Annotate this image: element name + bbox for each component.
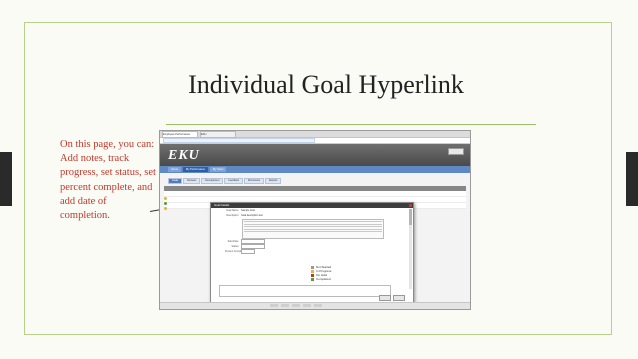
pager-button[interactable] xyxy=(281,304,289,307)
pager-button[interactable] xyxy=(303,304,311,307)
goal-detail-modal: Goal Details Goal Name: Sample Goal Desc… xyxy=(210,202,414,304)
modal-buttons xyxy=(377,295,405,301)
field-label: Description: xyxy=(226,214,239,217)
modal-title: Goal Details xyxy=(214,203,230,207)
form-row: Percent Complete: xyxy=(211,249,413,254)
notes-textarea[interactable] xyxy=(219,285,391,297)
pager xyxy=(270,304,325,307)
subtab-reports[interactable]: Reports xyxy=(264,178,282,184)
field-value: Sample Goal xyxy=(241,209,255,212)
description-text xyxy=(243,220,383,235)
legend-swatch xyxy=(311,277,314,281)
left-edge-tab xyxy=(0,152,12,206)
embedded-screenshot: Employee Performance EKU EKU Home My Per… xyxy=(159,130,471,310)
app-header: EKU xyxy=(160,144,470,166)
eku-logo: EKU xyxy=(168,148,200,163)
scroll-thumb[interactable] xyxy=(409,209,412,225)
subtab-goals[interactable]: Goals xyxy=(168,178,183,184)
legend-item: Completed xyxy=(311,277,371,281)
legend-swatch xyxy=(311,273,314,277)
cancel-button[interactable] xyxy=(393,295,405,301)
field-label: Goal Name: xyxy=(226,209,239,212)
field-value: Goal description text xyxy=(241,214,263,217)
slide-title: Individual Goal Hyperlink xyxy=(188,70,464,99)
legend-label: Completed xyxy=(316,277,331,281)
title-divider xyxy=(166,124,536,125)
pager-button[interactable] xyxy=(292,304,300,307)
callout-text: On this page, you can: Add notes, track … xyxy=(60,139,156,222)
url-field[interactable] xyxy=(163,138,315,143)
field-label: Status: xyxy=(231,245,239,248)
pager-button[interactable] xyxy=(270,304,278,307)
status-dot-icon xyxy=(164,197,167,200)
legend-swatch xyxy=(311,265,314,269)
nav-tab-my-team[interactable]: My Team xyxy=(209,167,227,172)
form-row: Description: Goal description text xyxy=(211,213,413,218)
header-button[interactable] xyxy=(448,148,464,155)
nav-tab-my-performance[interactable]: My Performance xyxy=(182,167,208,172)
close-icon[interactable] xyxy=(409,204,412,207)
browser-tab-bar: Employee Performance EKU xyxy=(160,131,470,138)
field-label: Start Date: xyxy=(227,240,239,243)
modal-title-bar: Goal Details xyxy=(211,203,413,208)
status-dot-icon xyxy=(164,207,167,210)
percent-complete-field[interactable] xyxy=(241,249,255,254)
modal-scrollbar[interactable] xyxy=(409,209,412,289)
nav-bar: Home My Performance My Team xyxy=(160,166,470,173)
description-box[interactable] xyxy=(242,219,384,239)
right-edge-tab xyxy=(626,152,638,206)
save-button[interactable] xyxy=(379,295,391,301)
browser-tab[interactable]: Employee Performance xyxy=(162,131,198,138)
subtab-development[interactable]: Development xyxy=(201,178,224,184)
legend-swatch xyxy=(311,269,314,273)
pager-button[interactable] xyxy=(314,304,322,307)
subtab-bar: Goals Reviews Development Feedback Docum… xyxy=(160,178,470,184)
field-label: Percent Complete: xyxy=(225,250,245,253)
status-dot-icon xyxy=(164,202,167,205)
subtab-feedback[interactable]: Feedback xyxy=(224,178,243,184)
status-legend: Not Started In Progress On Hold Complete… xyxy=(311,265,371,281)
browser-tab[interactable]: EKU xyxy=(200,131,236,138)
subtab-documents[interactable]: Documents xyxy=(243,178,264,184)
subtab-reviews[interactable]: Reviews xyxy=(183,178,201,184)
row-status-icons xyxy=(164,195,174,215)
bottom-toolbar xyxy=(160,302,470,309)
nav-tab-home[interactable]: Home xyxy=(168,167,181,172)
